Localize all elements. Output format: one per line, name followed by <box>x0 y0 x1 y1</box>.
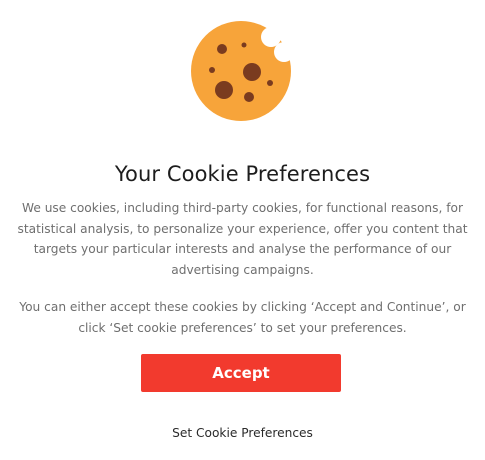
cookie-description: We use cookies, including third-party co… <box>0 198 485 280</box>
set-cookie-preferences-link[interactable]: Set Cookie Preferences <box>0 426 485 440</box>
instructions-line: click ‘Set cookie preferences’ to set yo… <box>78 320 407 335</box>
description-line: advertising campaigns. <box>171 262 314 277</box>
description-line: targets your particular interests and an… <box>33 242 452 256</box>
cookie-consent-dialog: Your Cookie Preferences We use cookies, … <box>0 0 485 460</box>
description-line: We use cookies, including third-party co… <box>22 201 463 215</box>
dialog-title: Your Cookie Preferences <box>114 162 371 186</box>
description-line: statistical analysis, to personalize you… <box>17 221 468 236</box>
cookie-icon <box>189 15 299 125</box>
cookie-instructions: You can either accept these cookies by c… <box>0 297 485 338</box>
accept-button[interactable]: Accept <box>141 354 341 392</box>
instructions-line: You can either accept these cookies by c… <box>19 300 466 314</box>
